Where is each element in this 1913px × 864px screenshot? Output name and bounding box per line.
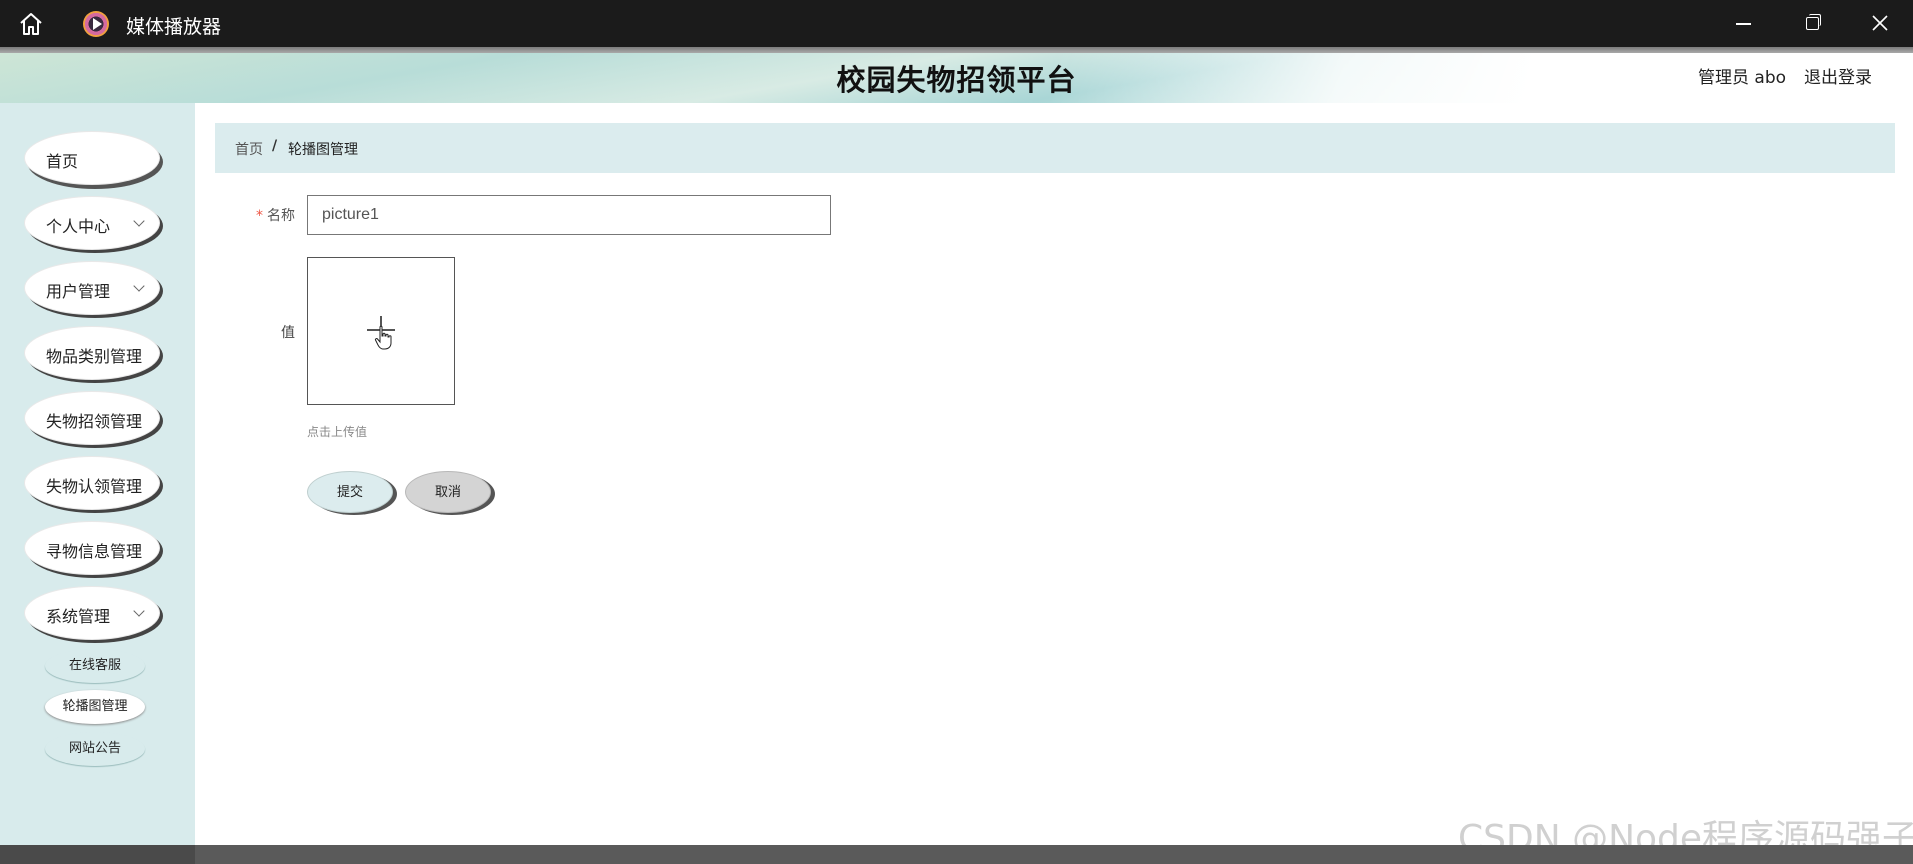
sidebar-item-users[interactable]: 用户管理: [24, 261, 160, 315]
sidebar-subitem-announcements[interactable]: 网站公告: [45, 732, 145, 766]
name-label: * 名称: [256, 205, 295, 225]
sidebar-subitem-carousel[interactable]: 轮播图管理: [45, 690, 145, 724]
admin-label: 管理员 abo: [1698, 68, 1787, 88]
home-icon[interactable]: [17, 10, 45, 38]
required-mark: *: [256, 208, 263, 224]
close-icon: [1872, 15, 1888, 31]
window-title-bar: 媒体播放器: [0, 0, 1913, 47]
name-input[interactable]: [307, 195, 831, 235]
sidebar-item-label: 失物招领管理: [46, 412, 143, 431]
sidebar-item-label: 用户管理: [46, 282, 111, 301]
sidebar-item-search-info[interactable]: 寻物信息管理: [24, 521, 160, 575]
sidebar-item-label: 寻物信息管理: [46, 542, 143, 561]
sidebar-item-home[interactable]: 首页: [24, 131, 160, 185]
sidebar-item-lost-found[interactable]: 失物招领管理: [24, 391, 160, 445]
chevron-down-icon: [133, 280, 145, 292]
page-title: 校园失物招领平台: [836, 63, 1077, 97]
window-title: 媒体播放器: [126, 16, 222, 38]
sidebar-item-system[interactable]: 系统管理: [24, 586, 160, 640]
value-label: 值: [281, 325, 295, 341]
chevron-down-icon: [133, 605, 145, 617]
sidebar-item-label: 个人中心: [46, 217, 111, 236]
breadcrumb: 首页 / 轮播图管理: [215, 123, 1895, 173]
breadcrumb-current: 轮播图管理: [288, 142, 358, 158]
sidebar-item-categories[interactable]: 物品类别管理: [24, 326, 160, 380]
media-player-icon: [83, 11, 109, 37]
cancel-button[interactable]: 取消: [405, 471, 491, 513]
breadcrumb-separator: /: [272, 138, 278, 154]
sidebar-item-label: 首页: [46, 152, 79, 171]
image-upload-box[interactable]: [307, 257, 455, 405]
sidebar-item-claims[interactable]: 失物认领管理: [24, 456, 160, 510]
sidebar-item-label: 物品类别管理: [46, 347, 143, 366]
sidebar-item-label: 失物认领管理: [46, 477, 143, 496]
close-button[interactable]: [1850, 0, 1910, 47]
sidebar-item-label: 系统管理: [46, 607, 111, 626]
bottom-bar-left: [0, 845, 195, 864]
upload-hint: 点击上传值: [307, 425, 368, 439]
hand-cursor-icon: [374, 325, 392, 350]
logout-link[interactable]: 退出登录: [1804, 63, 1872, 88]
maximize-button[interactable]: [1781, 0, 1841, 47]
page-header: 校园失物招领平台 管理员 abo 退出登录: [0, 47, 1913, 103]
chevron-down-icon: [133, 215, 145, 227]
submit-button[interactable]: 提交: [307, 471, 393, 513]
sidebar-item-profile[interactable]: 个人中心: [24, 196, 160, 250]
bottom-bar: [0, 845, 1913, 864]
sidebar-subitem-online-service[interactable]: 在线客服: [45, 649, 145, 683]
name-label-text: 名称: [267, 208, 295, 224]
sidebar: 首页 个人中心 用户管理 物品类别管理 失物招领管理 失物认领管理 寻物信息管理…: [0, 103, 195, 845]
breadcrumb-home[interactable]: 首页: [235, 139, 263, 159]
minimize-button[interactable]: [1712, 0, 1772, 47]
